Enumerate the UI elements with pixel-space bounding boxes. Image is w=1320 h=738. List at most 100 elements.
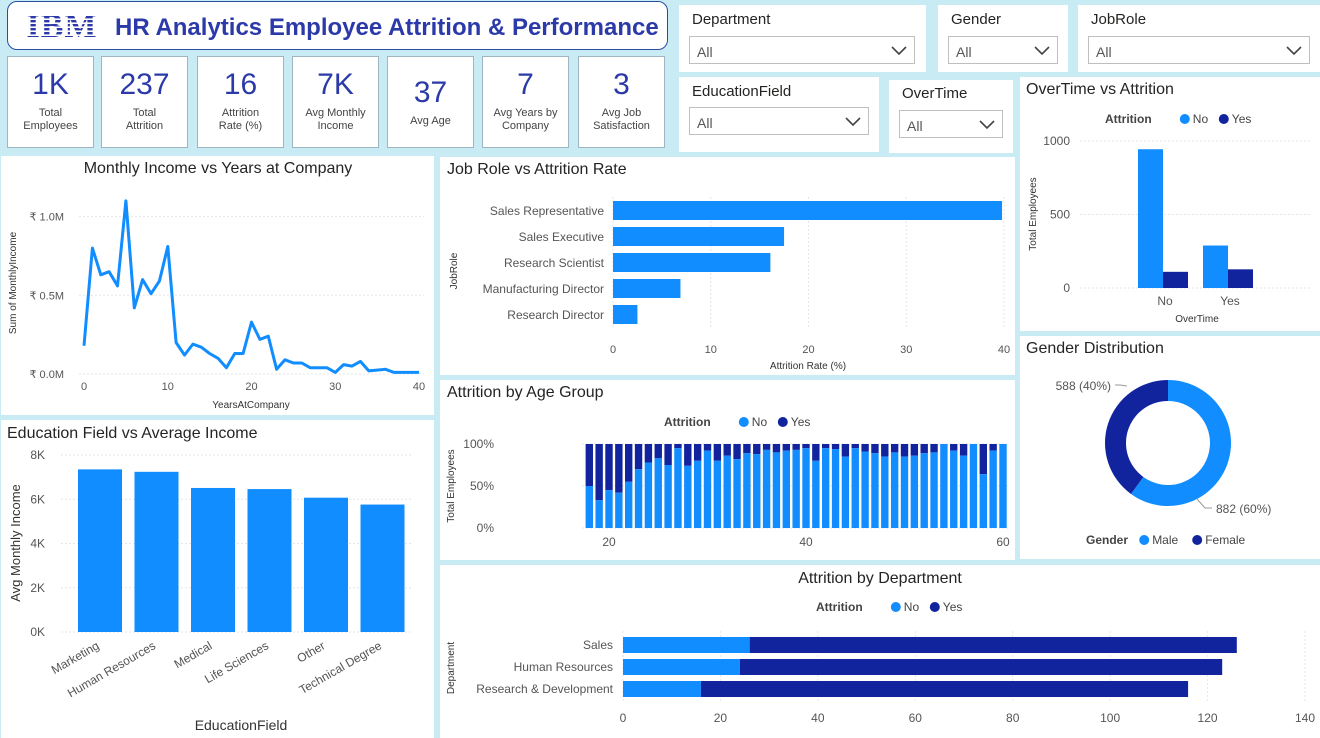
kpi-label: Avg Monthly Income bbox=[305, 107, 366, 132]
leader-line bbox=[1115, 384, 1128, 387]
x-axis-label: EducationField bbox=[195, 717, 288, 733]
age-bar-yes bbox=[615, 444, 623, 493]
kpi-card: 3 Avg Job Satisfaction bbox=[578, 56, 665, 148]
slicer-title: OverTime bbox=[902, 85, 968, 102]
age-bar-yes bbox=[585, 444, 593, 486]
y-tick-label: 0K bbox=[30, 625, 45, 639]
overtime-bar bbox=[1163, 271, 1188, 288]
legend-title: Attrition bbox=[664, 415, 711, 429]
dropdown-value: All bbox=[907, 118, 923, 134]
legend-label: Yes bbox=[943, 600, 963, 614]
age-bar-yes bbox=[959, 444, 968, 456]
department-bar-yes bbox=[749, 637, 1237, 653]
attrition-by-department-chart: Attrition by Department Attrition No Yes 0 20… bbox=[446, 570, 1315, 725]
age-bar-yes bbox=[851, 444, 859, 449]
age-bar-no bbox=[861, 451, 869, 528]
education-income-chart: Education Field vs Average Income 0K 2K 4K 6… bbox=[7, 425, 411, 733]
age-bar-yes bbox=[634, 444, 643, 470]
y-axis-label: JobRole bbox=[449, 252, 460, 289]
x-tick-label: 0 bbox=[610, 344, 616, 356]
age-bar-yes bbox=[595, 444, 603, 501]
age-bar-yes bbox=[871, 444, 879, 454]
age-bar-no bbox=[940, 444, 948, 528]
age-bar-no bbox=[999, 444, 1007, 528]
x-tick-label: 120 bbox=[1198, 711, 1218, 725]
age-bar-no bbox=[654, 458, 662, 528]
attrition-by-department-panel: Attrition by Department Attrition No Yes 0 20… bbox=[440, 565, 1320, 738]
chevron-down-icon bbox=[979, 120, 995, 130]
age-bar-no bbox=[792, 449, 800, 528]
age-bar-yes bbox=[703, 444, 712, 451]
age-bar-yes bbox=[890, 444, 899, 453]
department-bar-yes bbox=[700, 681, 1189, 697]
age-bar-yes bbox=[762, 444, 771, 450]
overtime-bar bbox=[1138, 149, 1163, 288]
legend-label: No bbox=[904, 600, 920, 614]
kpi-value: 7K bbox=[317, 68, 354, 101]
slicer-title: JobRole bbox=[1091, 11, 1147, 28]
leader-line bbox=[1196, 498, 1212, 509]
y-axis-label: Sum of MonthlyIncome bbox=[8, 231, 19, 334]
chart-title: Job Role vs Attrition Rate bbox=[447, 161, 627, 178]
category-label: Medical bbox=[172, 638, 215, 671]
legend-marker bbox=[738, 417, 749, 427]
category-label: Sales Executive bbox=[519, 230, 605, 244]
gender-dropdown[interactable]: All bbox=[948, 36, 1058, 64]
chart-title: Attrition by Age Group bbox=[447, 384, 604, 401]
legend-title: Gender bbox=[1086, 533, 1128, 547]
y-tick-label: 6K bbox=[30, 492, 45, 506]
age-bar-yes bbox=[861, 444, 869, 452]
age-bar-yes bbox=[743, 444, 751, 454]
age-bar-no bbox=[910, 455, 919, 528]
kpi-card: 7K Avg Monthly Income bbox=[292, 56, 379, 148]
x-tick-label: 0 bbox=[81, 381, 87, 393]
jobrole-dropdown[interactable]: All bbox=[1088, 36, 1310, 64]
legend-marker bbox=[777, 417, 788, 427]
y-axis-label: Avg Monthly Income bbox=[8, 484, 23, 602]
age-bar-no bbox=[989, 450, 997, 528]
jobrole-bar bbox=[613, 305, 638, 324]
data-label: 882 (60%) bbox=[1216, 502, 1271, 516]
dropdown-value: All bbox=[697, 115, 713, 131]
age-bar-yes bbox=[989, 444, 997, 451]
jobrole-attrition-panel: Job Role vs Attrition Rate 0 10 20 30 40 Attri… bbox=[440, 157, 1015, 375]
chart-title: Attrition by Department bbox=[798, 570, 962, 587]
x-tick-label: 100 bbox=[1100, 711, 1120, 725]
age-bar-yes bbox=[831, 444, 840, 450]
x-tick-label: 40 bbox=[998, 344, 1010, 356]
kpi-label: Avg Job Satisfaction bbox=[593, 107, 650, 132]
x-tick-label: 10 bbox=[162, 381, 174, 393]
x-tick-label: 0 bbox=[620, 711, 627, 725]
x-tick-label: 30 bbox=[329, 381, 341, 393]
age-bar-yes bbox=[644, 444, 653, 463]
department-dropdown[interactable]: All bbox=[689, 36, 915, 64]
y-tick-label: 100% bbox=[463, 437, 494, 451]
x-tick-label: 60 bbox=[996, 535, 1010, 549]
jobrole-slicer: JobRole All bbox=[1078, 5, 1320, 72]
age-bar-yes bbox=[950, 444, 958, 451]
age-bar-no bbox=[851, 448, 859, 528]
age-bar-no bbox=[585, 486, 593, 528]
overtime-dropdown[interactable]: All bbox=[899, 110, 1003, 138]
age-bar-yes bbox=[930, 444, 938, 453]
age-bar-yes bbox=[753, 444, 761, 455]
educationfield-slicer: EducationField All bbox=[679, 77, 879, 152]
age-bar-no bbox=[950, 450, 958, 528]
age-bar-yes bbox=[733, 444, 741, 460]
kpi-value: 16 bbox=[223, 68, 258, 101]
legend-marker bbox=[890, 602, 901, 612]
gender-distribution-panel: Gender Distribution 882 (60%) 588 (40%) Gen… bbox=[1020, 336, 1320, 559]
kpi-label: Total Employees bbox=[23, 107, 78, 132]
age-bar-no bbox=[615, 492, 623, 528]
educationfield-dropdown[interactable]: All bbox=[689, 107, 869, 135]
legend-marker bbox=[1192, 535, 1203, 545]
age-bar-no bbox=[753, 454, 761, 528]
department-bar-no bbox=[623, 681, 701, 697]
legend-label: Yes bbox=[791, 415, 811, 429]
age-bar-no bbox=[684, 465, 692, 528]
age-bar-yes bbox=[693, 444, 702, 461]
chart-title: OverTime vs Attrition bbox=[1026, 81, 1174, 98]
category-label: Sales bbox=[583, 638, 613, 652]
category-label: Research Scientist bbox=[504, 256, 605, 270]
age-bar-yes bbox=[664, 444, 672, 465]
